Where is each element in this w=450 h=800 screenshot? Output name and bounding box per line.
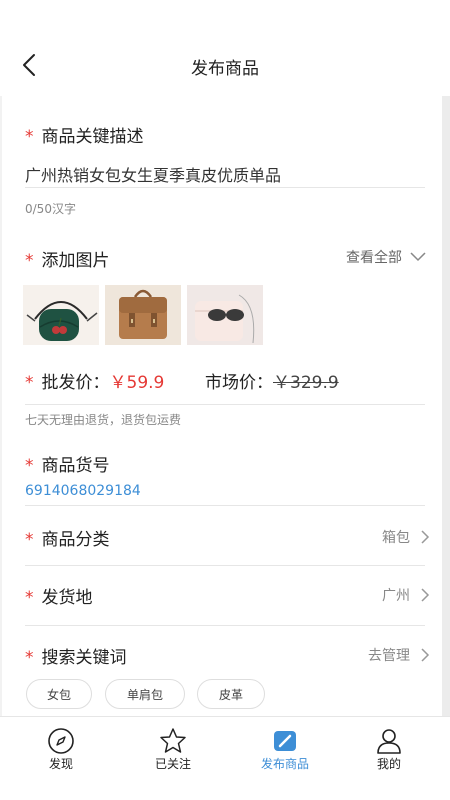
ship-from-selector[interactable]: 广州 (382, 585, 430, 605)
nav-label: 发布商品 (260, 757, 309, 771)
nav-following[interactable]: 已关注 (117, 717, 229, 800)
page-title: 发布商品 (191, 59, 259, 79)
market-price-value: ￥329.9 (273, 373, 339, 393)
edit-icon (274, 731, 296, 751)
keyword-tag[interactable]: 皮革 (197, 679, 265, 709)
view-all-label: 查看全部 (346, 250, 402, 266)
nav-label: 已关注 (154, 757, 191, 771)
category-selector[interactable]: 箱包 (382, 527, 430, 547)
pink-bag-with-sunglasses-thumbnail[interactable] (187, 285, 263, 345)
content-edge (0, 96, 2, 716)
category-value: 箱包 (382, 530, 410, 546)
chevron-right-icon (421, 588, 430, 602)
required-mark: * (25, 127, 34, 147)
keyword-tag[interactable]: 女包 (26, 679, 92, 709)
description-label: * 商品关键描述 (25, 122, 144, 147)
category-label: 商品分类 (41, 530, 110, 550)
refund-note: 七天无理由退货，退货包运费 (25, 413, 182, 427)
wholesale-price-value: ￥59.9 (109, 373, 165, 393)
manage-keywords-button[interactable]: 去管理 (368, 645, 430, 665)
divider (25, 565, 425, 566)
required-mark: * (25, 648, 34, 668)
ship-from-value: 广州 (382, 588, 410, 604)
images-label: * 添加图片 (25, 246, 110, 271)
nav-label: 我的 (376, 757, 401, 771)
chevron-down-icon (410, 252, 426, 262)
required-mark: * (25, 373, 34, 393)
required-mark: * (25, 530, 34, 550)
keywords-label-text: 搜索关键词 (41, 648, 127, 668)
chevron-right-icon (421, 530, 430, 544)
description-counter: 0/50汉字 (25, 202, 76, 216)
brown-backpack-thumbnail[interactable] (105, 285, 181, 345)
star-icon (160, 728, 186, 753)
manage-keywords-label: 去管理 (368, 648, 410, 664)
sku-label: * 商品货号 (25, 451, 110, 476)
sku-label-text: 商品货号 (41, 456, 110, 476)
nav-discover[interactable]: 发现 (5, 717, 117, 800)
wholesale-price-label: 批发价： (41, 373, 110, 393)
wholesale-price-row[interactable]: * 批发价：￥59.9 (25, 368, 164, 393)
description-label-text: 商品关键描述 (41, 127, 144, 147)
ship-from-row[interactable]: * 发货地 (25, 583, 93, 608)
nav-label: 发现 (48, 757, 73, 771)
divider (25, 505, 425, 506)
nav-mine[interactable]: 我的 (333, 717, 445, 800)
publish-product-page: 发布商品 * 商品关键描述 广州热销女包女生夏季真皮优质单品 0/50汉字 * 添加… (0, 0, 450, 800)
sku-input[interactable]: 6914068029184 (25, 483, 141, 499)
chevron-right-icon (421, 648, 430, 662)
market-price-label: 市场价： (205, 373, 273, 393)
header: 发布商品 (0, 0, 450, 96)
scroll-edge (442, 96, 450, 716)
bottom-nav: 发现 已关注 发布商品 我的 (0, 716, 450, 800)
green-crossbody-bag-thumbnail[interactable] (23, 285, 99, 345)
compass-icon (48, 728, 74, 754)
divider (25, 625, 425, 626)
user-icon (377, 729, 401, 754)
keywords-label: * 搜索关键词 (25, 643, 127, 668)
view-all-button[interactable]: 查看全部 (346, 247, 426, 267)
images-label-text: 添加图片 (41, 251, 110, 271)
market-price-row[interactable]: 市场价：￥329.9 (205, 368, 339, 393)
category-row[interactable]: * 商品分类 (25, 525, 110, 550)
required-mark: * (25, 456, 34, 476)
divider (25, 404, 425, 405)
ship-from-label: 发货地 (41, 588, 93, 608)
description-input[interactable]: 广州热销女包女生夏季真皮优质单品 (25, 162, 281, 186)
required-mark: * (25, 251, 34, 271)
divider (25, 187, 425, 188)
nav-publish[interactable]: 发布商品 (229, 717, 341, 800)
keyword-tag[interactable]: 单肩包 (105, 679, 185, 709)
required-mark: * (25, 588, 34, 608)
